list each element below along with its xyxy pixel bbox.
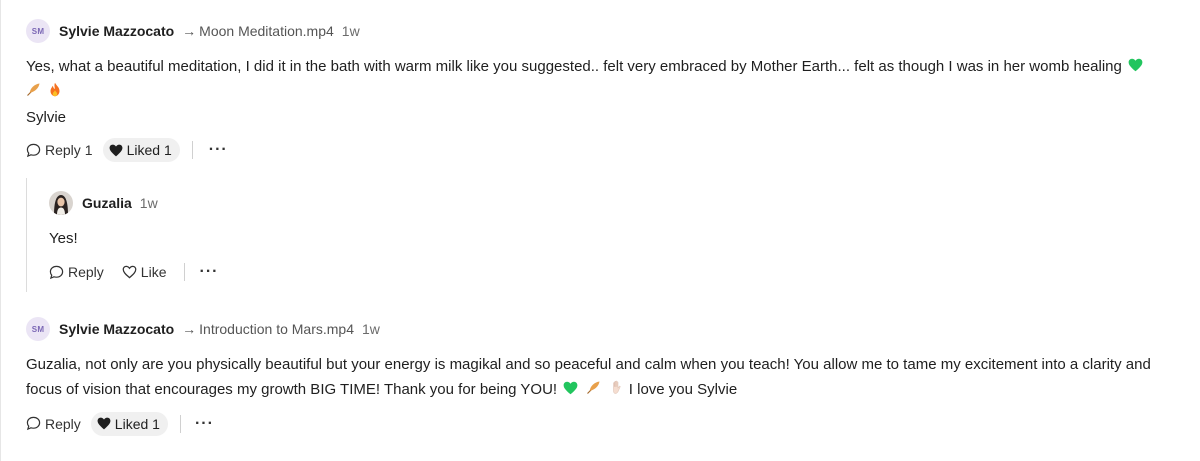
feather-icon	[26, 80, 41, 105]
author-name[interactable]: Sylvie Mazzocato	[59, 321, 174, 337]
reply-label: Reply	[45, 415, 81, 432]
comment-item: SM Sylvie Mazzocato → Moon Meditation.mp…	[26, 18, 1180, 163]
reply-button[interactable]: Reply	[26, 416, 81, 432]
reply-actions: Reply Like ···	[49, 259, 218, 285]
green-heart-icon	[563, 378, 578, 403]
video-link[interactable]: Introduction to Mars.mp4	[199, 321, 354, 337]
comment-item: SM Sylvie Mazzocato → Introduction to Ma…	[26, 316, 1180, 437]
reply-label: Reply	[45, 142, 81, 159]
liked-button[interactable]: Liked 1	[102, 138, 180, 163]
timestamp: 1w	[341, 23, 360, 39]
reply-text: Yes!	[49, 230, 78, 247]
reply-label: Reply	[68, 264, 104, 280]
more-options-button[interactable]: ···	[199, 263, 218, 281]
reply-count: 1	[84, 142, 93, 159]
reply-item: Guzalia 1w Yes! Reply Like ···	[49, 190, 218, 285]
comment-actions: Reply 1 Liked 1 ···	[26, 137, 1180, 163]
like-label: Like	[140, 264, 167, 280]
speech-bubble-icon	[49, 265, 64, 279]
filled-heart-icon	[97, 417, 111, 430]
arrow-right-icon: →	[182, 23, 197, 39]
speech-bubble-icon	[26, 416, 41, 431]
avatar[interactable]	[49, 191, 73, 215]
comment-text-line: Yes, what a beautiful meditation, I did …	[26, 58, 1122, 75]
divider	[184, 263, 186, 281]
comment-text: Guzalia, not only are you physically bea…	[26, 352, 1176, 403]
timestamp: 1w	[139, 195, 158, 211]
liked-label: Liked 1	[114, 415, 160, 432]
author-name[interactable]: Sylvie Mazzocato	[59, 23, 174, 39]
more-options-button[interactable]: ···	[195, 415, 214, 433]
comment-header: SM Sylvie Mazzocato → Moon Meditation.mp…	[26, 18, 1180, 44]
reply-thread: Guzalia 1w Yes! Reply Like ···	[26, 178, 1177, 292]
video-link[interactable]: Moon Meditation.mp4	[199, 23, 334, 39]
speech-bubble-icon	[26, 143, 41, 157]
green-heart-icon	[1128, 55, 1143, 80]
comment-text: Yes, what a beautiful meditation, I did …	[26, 54, 1176, 130]
divider	[179, 414, 181, 433]
reply-header: Guzalia 1w	[49, 190, 218, 216]
author-name[interactable]: Guzalia	[82, 195, 132, 211]
divider	[191, 141, 193, 160]
comment-text-signoff: I love you Sylvie	[628, 381, 738, 398]
liked-label: Liked 1	[126, 142, 172, 159]
filled-heart-icon	[109, 144, 123, 156]
comment-actions: Reply Liked 1 ···	[26, 411, 1180, 437]
comment-signature: Sylvie	[26, 109, 67, 127]
liked-button[interactable]: Liked 1	[90, 411, 168, 436]
raised-hand-icon	[610, 378, 623, 403]
like-button[interactable]: Like	[122, 264, 167, 280]
comment-header: SM Sylvie Mazzocato → Introduction to Ma…	[26, 316, 1180, 342]
reply-button[interactable]: Reply 1	[26, 142, 93, 158]
fire-icon	[49, 80, 61, 105]
timestamp: 1w	[362, 321, 380, 337]
more-options-button[interactable]: ···	[209, 141, 228, 159]
feather-icon	[586, 378, 601, 403]
reply-button[interactable]: Reply	[49, 264, 104, 280]
avatar[interactable]: SM	[26, 317, 50, 341]
avatar[interactable]: SM	[26, 19, 50, 43]
arrow-right-icon: →	[182, 321, 197, 337]
outline-heart-icon	[122, 265, 137, 279]
left-border	[0, 0, 1, 461]
